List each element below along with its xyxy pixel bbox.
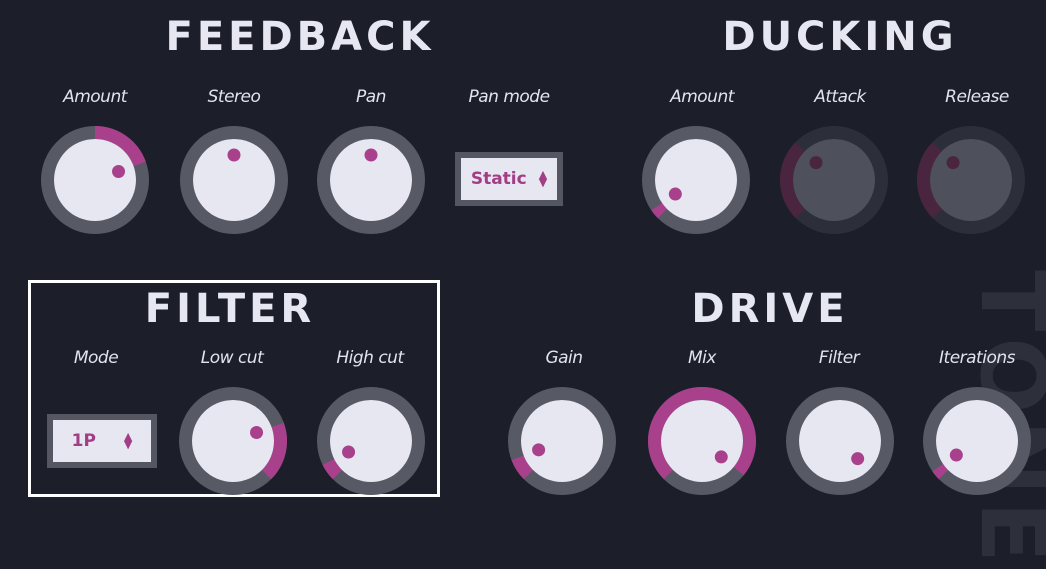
- filter-low-cut-knob[interactable]: [179, 387, 287, 495]
- knob-pointer-dot: [112, 165, 126, 179]
- filter-mode-value: 1P: [71, 431, 96, 451]
- drive-mix-label: Mix: [688, 348, 716, 368]
- knob-face: [655, 139, 737, 221]
- knob-face: [330, 400, 412, 482]
- knob-face: [661, 400, 743, 482]
- knob-pointer-dot: [668, 187, 682, 201]
- knob-pointer-dot: [342, 445, 356, 459]
- knob-value-arc: [651, 202, 668, 219]
- drive-filter-label: Filter: [818, 348, 860, 368]
- ducking-amount-knob[interactable]: [642, 126, 750, 234]
- knob-pointer-dot: [809, 156, 823, 170]
- filter-low-cut-label: Low cut: [200, 348, 264, 368]
- knob-pointer-dot: [949, 448, 963, 462]
- knob-pointer-dot: [227, 148, 241, 162]
- ducking-release-knob[interactable]: [917, 126, 1025, 234]
- feedback-pan-label: Pan: [356, 87, 386, 107]
- pan-mode-value: Static: [470, 169, 527, 189]
- knob-face: [936, 400, 1018, 482]
- knob-face: [54, 139, 136, 221]
- updown-arrows-icon: ▲ ▼: [538, 168, 548, 189]
- knob-pointer-dot: [364, 148, 378, 162]
- feedback-pan-mode-label: Pan mode: [468, 87, 550, 107]
- knob-face: [930, 139, 1012, 221]
- drive-gain-label: Gain: [545, 348, 583, 368]
- ducking-section-title: DUCKING: [722, 14, 958, 60]
- drive-section-title: DRIVE: [691, 286, 849, 332]
- ducking-amount-label: Amount: [670, 87, 734, 107]
- drive-mix-knob[interactable]: [648, 387, 756, 495]
- knob-value-arc: [932, 463, 949, 480]
- knob-pointer-dot: [851, 452, 865, 466]
- knob-face: [799, 400, 881, 482]
- drive-filter-knob[interactable]: [786, 387, 894, 495]
- pan-mode-select[interactable]: Static ▲ ▼: [455, 152, 563, 206]
- knob-pointer-dot: [250, 426, 264, 440]
- feedback-section-title: FEEDBACK: [165, 14, 435, 60]
- filter-section-title: FILTER: [144, 286, 316, 332]
- drive-gain-knob[interactable]: [508, 387, 616, 495]
- drive-iterations-label: Iterations: [939, 348, 1015, 368]
- ducking-attack-label: Attack: [814, 87, 866, 107]
- ducking-release-label: Release: [945, 87, 1009, 107]
- feedback-amount-knob[interactable]: [41, 126, 149, 234]
- filter-high-cut-label: High cut: [336, 348, 404, 368]
- knob-pointer-dot: [714, 450, 728, 464]
- knob-face: [521, 400, 603, 482]
- knob-face: [793, 139, 875, 221]
- filter-high-cut-knob[interactable]: [317, 387, 425, 495]
- feedback-stereo-label: Stereo: [207, 87, 261, 107]
- knob-face: [192, 400, 274, 482]
- knob-pointer-dot: [946, 156, 960, 170]
- filter-mode-select[interactable]: 1P ▲ ▼: [47, 414, 157, 468]
- feedback-amount-label: Amount: [63, 87, 127, 107]
- feedback-pan-knob[interactable]: [317, 126, 425, 234]
- updown-arrows-icon: ▲ ▼: [123, 430, 133, 451]
- filter-mode-label: Mode: [73, 348, 119, 368]
- feedback-stereo-knob[interactable]: [180, 126, 288, 234]
- ducking-attack-knob[interactable]: [780, 126, 888, 234]
- knob-pointer-dot: [532, 443, 546, 457]
- drive-iterations-knob[interactable]: [923, 387, 1031, 495]
- knob-value-arc: [322, 458, 343, 480]
